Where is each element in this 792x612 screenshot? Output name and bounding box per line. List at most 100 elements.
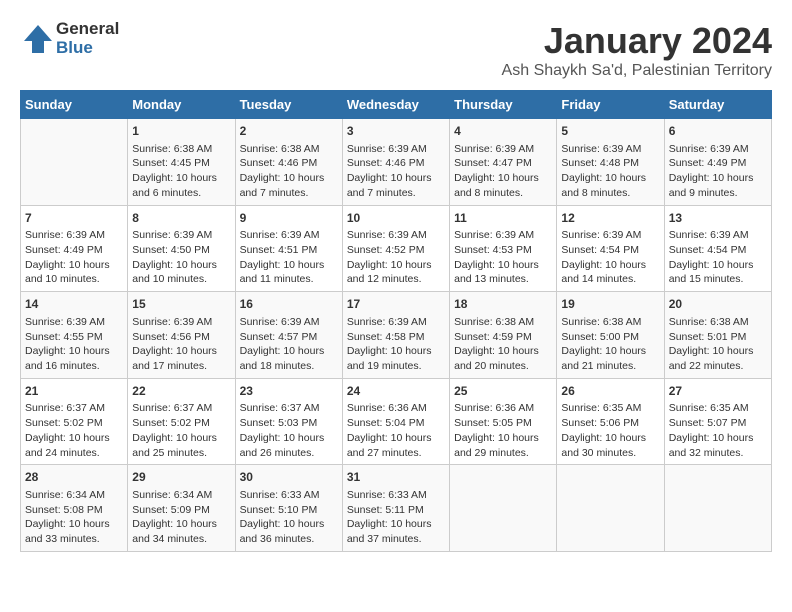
day-info-line: and 8 minutes. xyxy=(454,186,552,201)
calendar-cell: 24Sunrise: 6:36 AMSunset: 5:04 PMDayligh… xyxy=(342,378,449,465)
day-info-line: Sunrise: 6:39 AM xyxy=(132,315,230,330)
day-info-line: Daylight: 10 hours xyxy=(669,258,767,273)
week-row-2: 7 Sunrise: 6:39 AM Sunset: 4:49 PM Daylight… xyxy=(21,205,772,292)
calendar-cell: 2 Sunrise: 6:38 AMSunset: 4:46 PMDaylight… xyxy=(235,119,342,206)
day-info-line: Daylight: 10 hours xyxy=(347,171,445,186)
day-info-line: Daylight: 10 hours xyxy=(132,258,230,273)
page-header: General Blue January 2024 Ash Shaykh Sa'… xyxy=(20,20,772,80)
day-number: 18 xyxy=(454,296,552,313)
day-info-line: Sunset: 4:46 PM xyxy=(240,156,338,171)
day-number: 29 xyxy=(132,469,230,486)
day-number: 28 xyxy=(25,469,123,486)
week-row-3: 14Sunrise: 6:39 AMSunset: 4:55 PMDayligh… xyxy=(21,292,772,379)
day-info-line: Daylight: 10 hours xyxy=(561,344,659,359)
day-info-line: and 18 minutes. xyxy=(240,359,338,374)
day-info-line: and 10 minutes. xyxy=(25,272,123,287)
day-info-line: and 9 minutes. xyxy=(669,186,767,201)
day-info-line: Sunset: 4:51 PM xyxy=(240,243,338,258)
calendar-cell: 20Sunrise: 6:38 AMSunset: 5:01 PMDayligh… xyxy=(664,292,771,379)
logo: General Blue xyxy=(20,20,119,57)
day-info-line: and 11 minutes. xyxy=(240,272,338,287)
day-info-line: Sunrise: 6:39 AM xyxy=(240,228,338,243)
day-info-line: and 33 minutes. xyxy=(25,532,123,547)
day-info-line: and 16 minutes. xyxy=(25,359,123,374)
day-info-line: Sunrise: 6:39 AM xyxy=(240,315,338,330)
header-tuesday: Tuesday xyxy=(235,91,342,119)
day-info-line: Sunset: 4:54 PM xyxy=(561,243,659,258)
day-info-line: Daylight: 10 hours xyxy=(669,344,767,359)
calendar-cell: 4Sunrise: 6:39 AMSunset: 4:47 PMDaylight… xyxy=(450,119,557,206)
day-info-line: and 37 minutes. xyxy=(347,532,445,547)
day-number: 25 xyxy=(454,383,552,400)
calendar-cell: 27Sunrise: 6:35 AMSunset: 5:07 PMDayligh… xyxy=(664,378,771,465)
day-info-line: Sunset: 5:01 PM xyxy=(669,330,767,345)
day-info-line: Sunset: 4:48 PM xyxy=(561,156,659,171)
day-info-line: Sunrise: 6:39 AM xyxy=(132,228,230,243)
day-number: 1 xyxy=(132,123,230,140)
day-info-line: Sunset: 4:59 PM xyxy=(454,330,552,345)
day-number: 17 xyxy=(347,296,445,313)
day-number: 21 xyxy=(25,383,123,400)
day-info-line: Sunset: 4:56 PM xyxy=(132,330,230,345)
day-info-line: Sunset: 5:07 PM xyxy=(669,416,767,431)
calendar-cell: 9Sunrise: 6:39 AMSunset: 4:51 PMDaylight… xyxy=(235,205,342,292)
day-info-line: Sunset: 5:05 PM xyxy=(454,416,552,431)
day-info-line: and 13 minutes. xyxy=(454,272,552,287)
day-info-line: Sunset: 4:46 PM xyxy=(347,156,445,171)
day-info-line: Daylight: 10 hours xyxy=(454,171,552,186)
day-number: 7 xyxy=(25,210,123,227)
day-number: 9 xyxy=(240,210,338,227)
day-info-line: Daylight: 10 hours xyxy=(240,171,338,186)
day-info-line: Daylight: 10 hours xyxy=(561,431,659,446)
day-info-line: Sunrise: 6:38 AM xyxy=(132,142,230,157)
day-info-line: Daylight: 10 hours xyxy=(132,517,230,532)
day-info-line: and 24 minutes. xyxy=(25,446,123,461)
day-info-line: Sunrise: 6:39 AM xyxy=(347,228,445,243)
day-info-line: Daylight: 10 hours xyxy=(669,171,767,186)
day-info-line: and 26 minutes. xyxy=(240,446,338,461)
day-info-line: Sunrise: 6:38 AM xyxy=(240,142,338,157)
day-info-line: Daylight: 10 hours xyxy=(454,344,552,359)
day-info-line: Daylight: 10 hours xyxy=(25,344,123,359)
day-info-line: and 27 minutes. xyxy=(347,446,445,461)
day-number: 2 xyxy=(240,123,338,140)
calendar-header: SundayMondayTuesdayWednesdayThursdayFrid… xyxy=(21,91,772,119)
day-info-line: Sunset: 5:06 PM xyxy=(561,416,659,431)
day-info-line: and 12 minutes. xyxy=(347,272,445,287)
day-info-line: Sunset: 4:47 PM xyxy=(454,156,552,171)
calendar-cell: 25Sunrise: 6:36 AMSunset: 5:05 PMDayligh… xyxy=(450,378,557,465)
day-info-line: Daylight: 10 hours xyxy=(132,171,230,186)
calendar-cell: 7Sunrise: 6:39 AMSunset: 4:49 PMDaylight… xyxy=(21,205,128,292)
day-info-line: Sunset: 4:49 PM xyxy=(25,243,123,258)
day-info-line: Sunrise: 6:39 AM xyxy=(454,228,552,243)
day-info-line: and 22 minutes. xyxy=(669,359,767,374)
day-info-line: and 10 minutes. xyxy=(132,272,230,287)
day-info-line: Sunrise: 6:39 AM xyxy=(454,142,552,157)
day-info-line: Sunrise: 6:34 AM xyxy=(132,488,230,503)
logo-icon xyxy=(20,21,56,57)
header-friday: Friday xyxy=(557,91,664,119)
day-info-line: and 29 minutes. xyxy=(454,446,552,461)
day-info-line: Sunrise: 6:36 AM xyxy=(347,401,445,416)
calendar-cell xyxy=(664,465,771,552)
calendar-cell: 18 Sunrise: 6:38 AMSunset: 4:59 PMDayligh… xyxy=(450,292,557,379)
day-info-line: Sunset: 4:54 PM xyxy=(669,243,767,258)
day-number: 26 xyxy=(561,383,659,400)
day-number: 6 xyxy=(669,123,767,140)
day-info-line: Sunrise: 6:39 AM xyxy=(669,228,767,243)
day-info-line: Sunrise: 6:34 AM xyxy=(25,488,123,503)
header-thursday: Thursday xyxy=(450,91,557,119)
day-info-line: Sunset: 5:10 PM xyxy=(240,503,338,518)
calendar-cell: 16Sunrise: 6:39 AMSunset: 4:57 PMDayligh… xyxy=(235,292,342,379)
day-number: 20 xyxy=(669,296,767,313)
calendar-cell: 11Sunrise: 6:39 AMSunset: 4:53 PMDayligh… xyxy=(450,205,557,292)
calendar-cell: 30Sunrise: 6:33 AMSunset: 5:10 PMDayligh… xyxy=(235,465,342,552)
sub-title: Ash Shaykh Sa'd, Palestinian Territory xyxy=(502,62,772,80)
day-info-line: and 7 minutes. xyxy=(347,186,445,201)
day-info-line: Sunrise: 6:38 AM xyxy=(454,315,552,330)
day-info-line: Sunset: 5:08 PM xyxy=(25,503,123,518)
week-row-4: 21Sunrise: 6:37 AMSunset: 5:02 PMDayligh… xyxy=(21,378,772,465)
calendar-cell: 3Sunrise: 6:39 AMSunset: 4:46 PMDaylight… xyxy=(342,119,449,206)
day-number: 30 xyxy=(240,469,338,486)
day-info-line: Sunrise: 6:37 AM xyxy=(240,401,338,416)
